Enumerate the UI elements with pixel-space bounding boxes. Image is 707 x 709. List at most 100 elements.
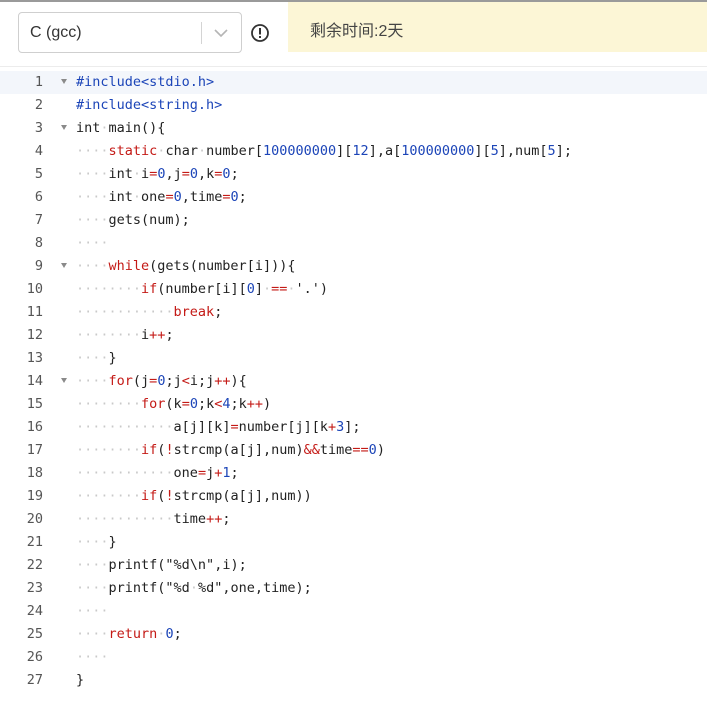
code-editor[interactable]: 1 #include<stdio.h> 2 #include<string.h> 3 in… [0, 66, 707, 709]
code-line[interactable]: 8 ···· [0, 232, 707, 255]
code-line[interactable]: 21 ····} [0, 531, 707, 554]
whitespace-marker: ············ [76, 511, 174, 527]
code-token: number[ [206, 143, 263, 159]
code-line[interactable]: 13 ····} [0, 347, 707, 370]
code-token: '.') [295, 281, 329, 297]
code-line[interactable]: 14 ····for(j=0;j<i;j++){ [0, 370, 707, 393]
line-number: 17 [26, 442, 43, 458]
code-text[interactable]: ···· [76, 235, 109, 251]
code-text[interactable]: ····gets(num); [76, 212, 190, 228]
code-token: i [141, 166, 150, 182]
code-line[interactable]: 1 #include<stdio.h> [0, 71, 707, 94]
code-token: ; [165, 327, 174, 343]
code-line[interactable]: 25 ····return·0; [0, 623, 707, 646]
code-token: "%d\n" [165, 557, 215, 573]
code-text[interactable]: ········i++; [76, 327, 174, 343]
whitespace-marker: ············ [76, 419, 174, 435]
code-text[interactable]: int·main(){ [76, 120, 165, 136]
fold-arrow-icon[interactable] [61, 125, 67, 130]
code-token: 0 [189, 166, 199, 182]
fold-arrow-icon[interactable] [61, 79, 67, 84]
fold-arrow-icon[interactable] [61, 263, 67, 268]
code-token: = [165, 189, 174, 205]
code-token: } [108, 534, 117, 550]
language-select[interactable]: C (gcc) [18, 12, 242, 53]
code-line[interactable]: 16 ············a[j][k]=number[j][k+3]; [0, 416, 707, 439]
info-icon[interactable] [250, 23, 270, 43]
code-token: + [328, 419, 337, 435]
code-token: #include<string.h> [76, 97, 223, 113]
code-text[interactable]: ····for(j=0;j<i;j++){ [76, 373, 247, 389]
code-text[interactable]: ····while(gets(number[i])){ [76, 258, 295, 274]
time-remaining-text: 剩余时间:2天 [310, 23, 404, 40]
line-number: 13 [26, 350, 43, 366]
code-line[interactable]: 18 ············one=j+1; [0, 462, 707, 485]
chevron-down-icon[interactable] [211, 24, 231, 42]
code-token: for [108, 373, 133, 389]
code-token: ;j [165, 373, 182, 389]
code-text[interactable]: ····} [76, 350, 117, 366]
code-line[interactable]: 20 ············time++; [0, 508, 707, 531]
code-token: ,k [198, 166, 215, 182]
code-line[interactable]: 10 ········if(number[i][0]·==·'.') [0, 278, 707, 301]
code-token: ; [238, 189, 247, 205]
code-line[interactable]: 15 ········for(k=0;k<4;k++) [0, 393, 707, 416]
line-number: 10 [26, 281, 43, 297]
code-token: ],a[ [368, 143, 402, 159]
code-line[interactable]: 17 ········if(!strcmp(a[j],num)&&time==0) [0, 439, 707, 462]
code-line[interactable]: 9 ····while(gets(number[i])){ [0, 255, 707, 278]
code-text[interactable]: ········if(number[i][0]·==·'.') [76, 281, 328, 297]
code-text[interactable]: ····static·char·number[100000000][12],a[… [76, 143, 572, 159]
whitespace-marker: ···· [76, 166, 109, 182]
code-line[interactable]: 22 ····printf("%d\n",i); [0, 554, 707, 577]
code-token: 0 [230, 189, 239, 205]
code-text[interactable]: ········for(k=0;k<4;k++) [76, 396, 271, 412]
code-line[interactable]: 6 ····int·one=0,time=0; [0, 186, 707, 209]
whitespace-marker: ···· [76, 189, 109, 205]
code-text[interactable]: #include<string.h> [76, 97, 222, 113]
code-line[interactable]: 2 #include<string.h> [0, 94, 707, 117]
code-token: "%d [165, 580, 190, 596]
code-line[interactable]: 4 ····static·char·number[100000000][12],a… [0, 140, 707, 163]
code-line[interactable]: 11 ············break; [0, 301, 707, 324]
code-text[interactable]: ········if(!strcmp(a[j],num)) [76, 488, 312, 504]
code-text[interactable]: ···· [76, 603, 109, 619]
code-token: ; [173, 626, 182, 642]
code-token: time [319, 442, 353, 458]
code-text[interactable]: ············one=j+1; [76, 465, 239, 481]
code-line[interactable]: 3 int·main(){ [0, 117, 707, 140]
code-token: 0 [368, 442, 377, 458]
whitespace-marker: ···· [76, 626, 109, 642]
code-line[interactable]: 24 ···· [0, 600, 707, 623]
code-text[interactable]: ········if(!strcmp(a[j],num)&&time==0) [76, 442, 385, 458]
code-line[interactable]: 5 ····int·i=0,j=0,k=0; [0, 163, 707, 186]
code-text[interactable]: ············break; [76, 304, 222, 320]
code-text[interactable]: ····printf("%d·%d",one,time); [76, 580, 312, 596]
code-token: ],num[ [498, 143, 548, 159]
code-line[interactable]: 19 ········if(!strcmp(a[j],num)) [0, 485, 707, 508]
code-text[interactable]: ····int·one=0,time=0; [76, 189, 247, 205]
code-text[interactable]: ····int·i=0,j=0,k=0; [76, 166, 239, 182]
line-number: 9 [34, 258, 43, 274]
code-token: 100000000 [401, 143, 475, 159]
code-text[interactable]: ····printf("%d\n",i); [76, 557, 247, 573]
code-text[interactable]: ····} [76, 534, 117, 550]
code-token: ){ [230, 373, 247, 389]
code-text[interactable]: } [76, 672, 84, 688]
code-line[interactable]: 27} [0, 669, 707, 692]
code-token: gets(num); [108, 212, 190, 228]
code-line[interactable]: 26 ···· [0, 646, 707, 669]
code-token: int [108, 189, 133, 205]
line-number: 1 [34, 74, 43, 90]
code-text[interactable]: ············a[j][k]=number[j][k+3]; [76, 419, 361, 435]
code-text[interactable]: ···· [76, 649, 109, 665]
code-text[interactable]: ············time++; [76, 511, 230, 527]
code-line[interactable]: 12 ········i++; [0, 324, 707, 347]
code-text[interactable]: #include<stdio.h> [76, 74, 214, 90]
code-text[interactable]: ····return·0; [76, 626, 182, 642]
whitespace-marker: · [287, 281, 296, 297]
fold-arrow-icon[interactable] [61, 378, 67, 383]
code-line[interactable]: 23 ····printf("%d·%d",one,time); [0, 577, 707, 600]
code-token: for [141, 396, 166, 412]
code-line[interactable]: 7 ····gets(num); [0, 209, 707, 232]
